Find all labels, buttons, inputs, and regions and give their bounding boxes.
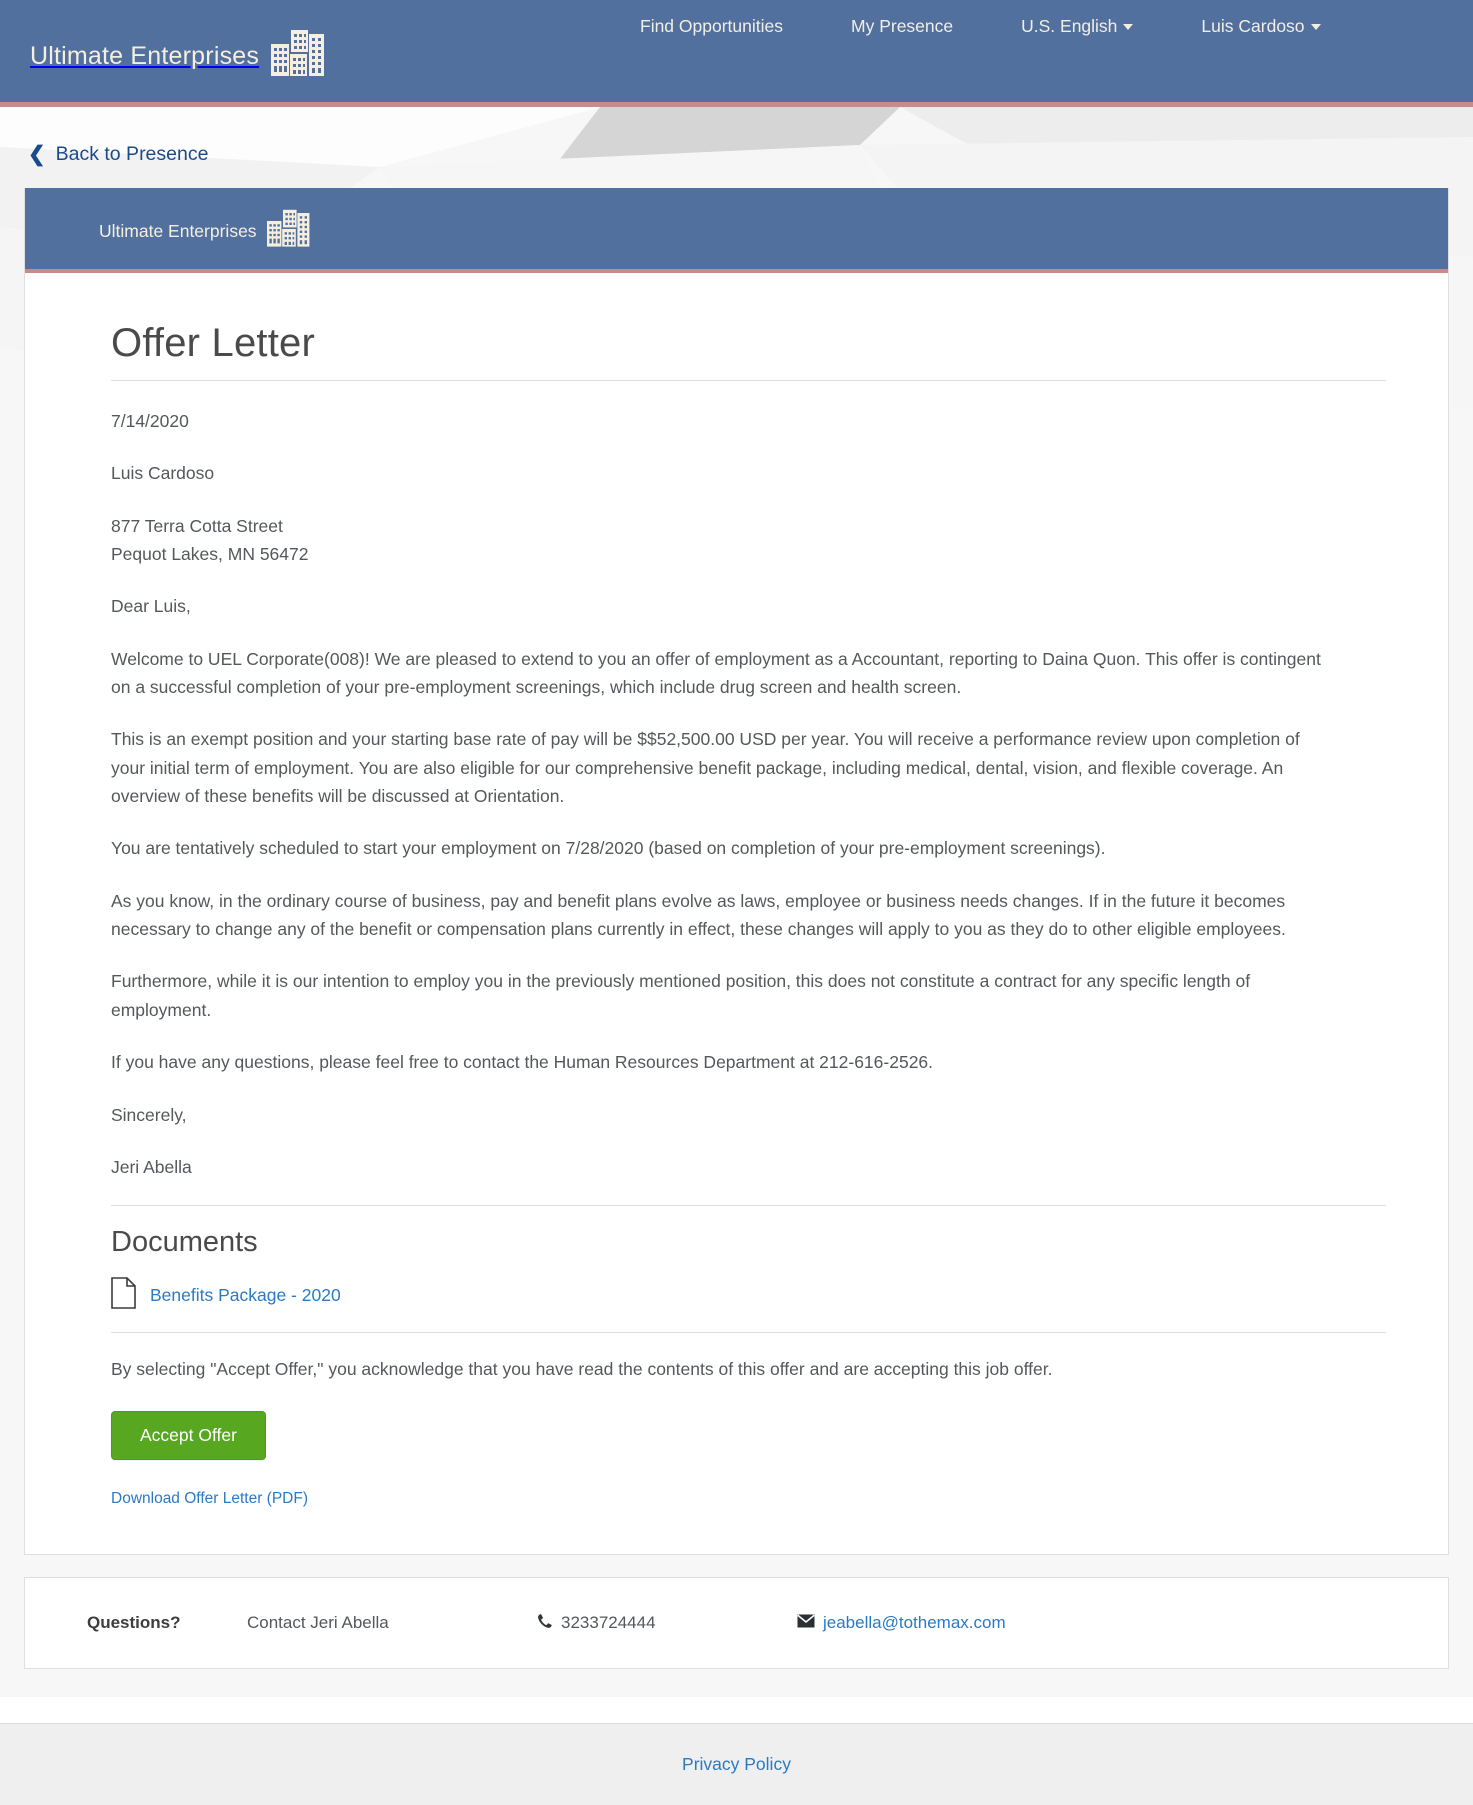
questions-phone-number: 3233724444 — [561, 1613, 656, 1633]
download-offer-letter-link[interactable]: Download Offer Letter (PDF) — [111, 1490, 308, 1508]
brand-name: Ultimate Enterprises — [30, 41, 260, 70]
phone-icon — [537, 1613, 553, 1634]
top-navigation-bar: Ultimate Enterprises Find Opportunities … — [0, 0, 1473, 107]
salutation: Dear Luis, — [111, 596, 191, 617]
letter-paragraph: Welcome to UEL Corporate(008)! We are pl… — [111, 648, 1321, 698]
card-brand-name: Ultimate Enterprises — [99, 221, 257, 241]
nav-item-label: U.S. English — [1021, 16, 1118, 36]
letter-paragraph: If you have any questions, please feel f… — [111, 1052, 934, 1073]
nav-links: Find Opportunities My Presence U.S. Engl… — [640, 16, 1321, 37]
letter-date: 7/14/2020 — [111, 411, 189, 431]
offer-letter-card: Ultimate Enterprises Offer Letter 7/14/2… — [24, 188, 1449, 1556]
nav-item-label: Find Opportunities — [640, 16, 783, 36]
privacy-policy-link[interactable]: Privacy Policy — [682, 1754, 791, 1775]
nav-item-my-presence[interactable]: My Presence — [851, 16, 953, 37]
nav-item-find-opportunities[interactable]: Find Opportunities — [640, 16, 783, 37]
questions-email: jeabella@tothemax.com — [797, 1613, 1006, 1633]
back-to-presence-link[interactable]: ❮ Back to Presence — [0, 107, 208, 188]
documents-section-title: Documents — [111, 1226, 258, 1259]
questions-label: Questions? — [87, 1613, 181, 1633]
nav-item-label: My Presence — [851, 16, 954, 36]
letter-paragraph: As you know, in the ordinary course of b… — [111, 890, 1286, 940]
questions-email-link[interactable]: jeabella@tothemax.com — [823, 1613, 1006, 1633]
buildings-skyline-icon — [271, 28, 326, 85]
chevron-down-icon — [1310, 24, 1321, 31]
letter-paragraph: This is an exempt position and your star… — [111, 729, 1300, 807]
letter-paragraph: Furthermore, while it is our intention t… — [111, 971, 1251, 1020]
document-link[interactable]: Benefits Package - 2020 — [150, 1285, 341, 1306]
page-background: ❮ Back to Presence Ultimate Enterprises — [0, 107, 1473, 1698]
page-footer: Privacy Policy — [0, 1723, 1473, 1805]
card-header: Ultimate Enterprises — [25, 188, 1448, 273]
recipient-address: 877 Terra Cotta Street Pequot Lakes, MN … — [111, 515, 309, 565]
title-divider — [111, 380, 1386, 381]
documents-divider — [111, 1205, 1386, 1207]
chevron-down-icon — [1123, 24, 1134, 31]
card-body: Offer Letter 7/14/2020 Luis Cardoso 877 … — [25, 273, 1448, 1554]
nav-item-user-menu[interactable]: Luis Cardoso — [1201, 16, 1321, 37]
acknowledgement-text: By selecting "Accept Offer," you acknowl… — [111, 1359, 1053, 1380]
buildings-skyline-icon — [266, 208, 311, 255]
letter-signer: Jeri Abella — [111, 1156, 192, 1177]
nav-item-language-selector[interactable]: U.S. English — [1021, 16, 1134, 37]
recipient-name: Luis Cardoso — [111, 463, 215, 484]
envelope-icon — [797, 1613, 815, 1633]
page-title: Offer Letter — [111, 321, 315, 365]
accept-offer-button[interactable]: Accept Offer — [111, 1411, 266, 1461]
letter-paragraph: You are tentatively scheduled to start y… — [111, 838, 1106, 859]
back-link-label: Back to Presence — [55, 143, 209, 165]
brand-logo-link[interactable]: Ultimate Enterprises — [30, 28, 326, 85]
acknowledgement-divider — [111, 1332, 1386, 1334]
document-list-item[interactable]: Benefits Package - 2020 — [111, 1277, 1386, 1314]
file-document-icon — [111, 1277, 136, 1314]
letter-closing: Sincerely, — [111, 1104, 187, 1125]
nav-item-label: Luis Cardoso — [1201, 16, 1305, 36]
questions-panel: Questions? Contact Jeri Abella 323372444… — [24, 1577, 1449, 1670]
letter-content: 7/14/2020 Luis Cardoso 877 Terra Cotta S… — [111, 407, 1386, 1181]
chevron-left-icon: ❮ — [28, 143, 46, 166]
questions-phone: 3233724444 — [537, 1613, 797, 1634]
card-brand-logo: Ultimate Enterprises — [99, 208, 311, 255]
questions-contact-name: Contact Jeri Abella — [247, 1613, 389, 1633]
